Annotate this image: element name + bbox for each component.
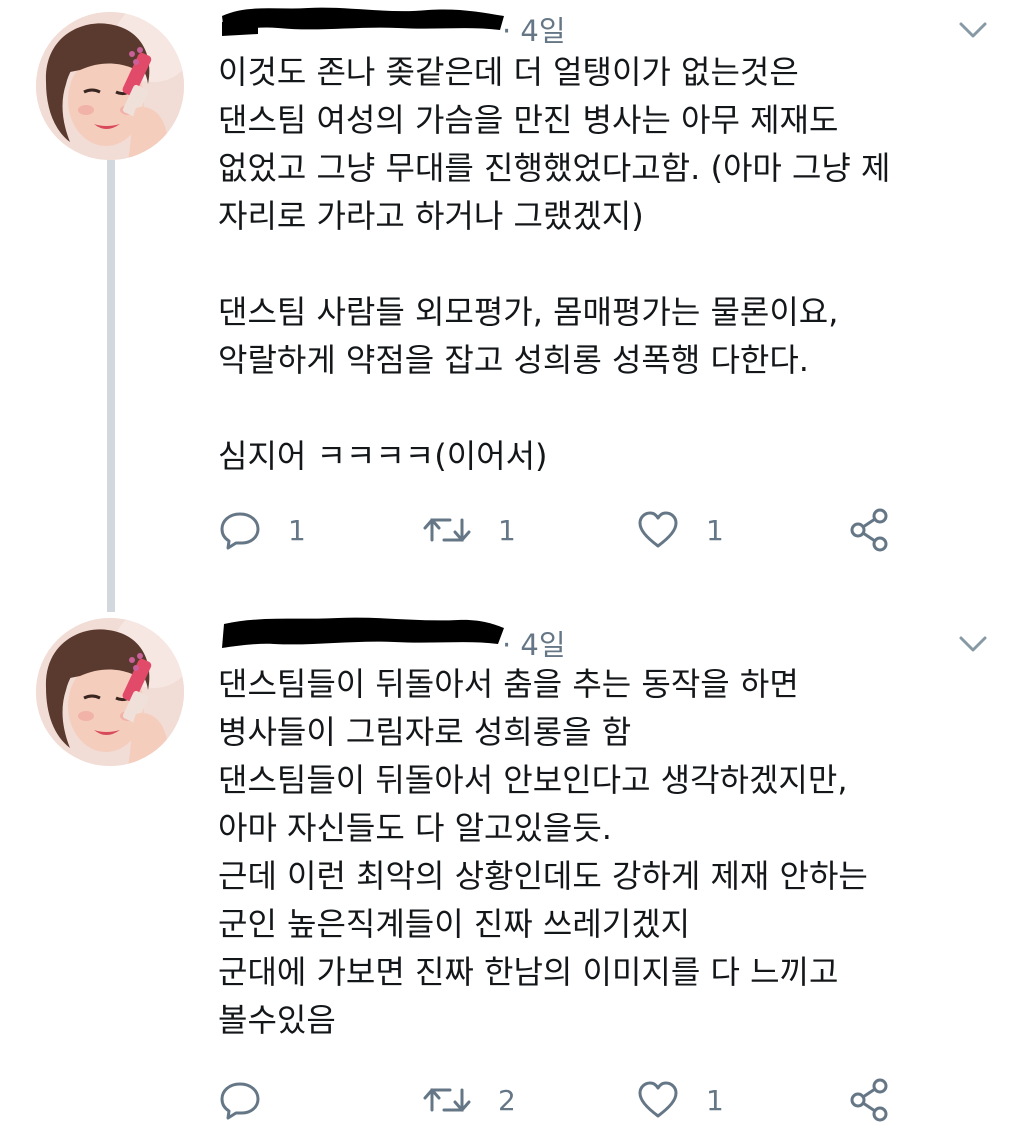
redacted-username	[222, 7, 504, 36]
reply-count: 1	[288, 513, 306, 547]
share-button[interactable]	[848, 506, 892, 554]
tweet-actions: 2 1	[218, 1076, 918, 1124]
heart-icon	[638, 511, 678, 548]
retweet-icon	[423, 518, 471, 542]
reply-button[interactable]	[218, 1076, 288, 1124]
retweet-icon	[423, 1088, 471, 1112]
chevron-down-icon[interactable]	[958, 634, 988, 654]
like-button[interactable]: 1	[636, 1076, 724, 1124]
reply-icon	[220, 1082, 260, 1120]
tweet-text: 이것도 존나 좆같은데 더 얼탱이가 없는것은 댄스팀 여성의 가슴을 만진 병…	[218, 53, 891, 475]
retweet-button[interactable]: 2	[422, 1076, 516, 1124]
reply-icon	[220, 512, 260, 550]
retweet-count: 2	[498, 1083, 516, 1117]
tweet: · 4일 이것도 존나 좆같은데 더 얼탱이가 없는것은 댄스팀 여성의 가슴을…	[0, 0, 1024, 600]
like-button[interactable]: 1	[636, 506, 724, 554]
like-count: 1	[706, 513, 724, 547]
avatar[interactable]	[36, 12, 184, 160]
reply-button[interactable]: 1	[218, 506, 306, 554]
share-icon	[850, 508, 888, 552]
retweet-count: 1	[498, 513, 516, 547]
chevron-down-icon[interactable]	[958, 20, 988, 40]
tweet: · 4일 댄스팀들이 뒤돌아서 춤을 추는 동작을 하면 병사들이 그림자로 성…	[0, 600, 1024, 1134]
tweet-text: 댄스팀들이 뒤돌아서 춤을 추는 동작을 하면 병사들이 그림자로 성희롱을 함…	[218, 665, 868, 1039]
avatar[interactable]	[36, 618, 184, 766]
tweet-actions: 1 1 1	[218, 506, 918, 554]
tweet-time[interactable]: · 4일	[502, 622, 566, 664]
tweet-header: · 4일	[218, 0, 938, 50]
avatar-image	[36, 12, 184, 160]
retweet-button[interactable]: 1	[422, 506, 516, 554]
like-count: 1	[706, 1083, 724, 1117]
heart-icon	[638, 1081, 678, 1118]
tweet-header: · 4일	[218, 614, 938, 664]
share-button[interactable]	[848, 1076, 892, 1124]
share-icon	[850, 1078, 888, 1122]
avatar-image	[36, 618, 184, 766]
redacted-username	[222, 617, 504, 648]
tweet-time[interactable]: · 4일	[502, 8, 566, 50]
